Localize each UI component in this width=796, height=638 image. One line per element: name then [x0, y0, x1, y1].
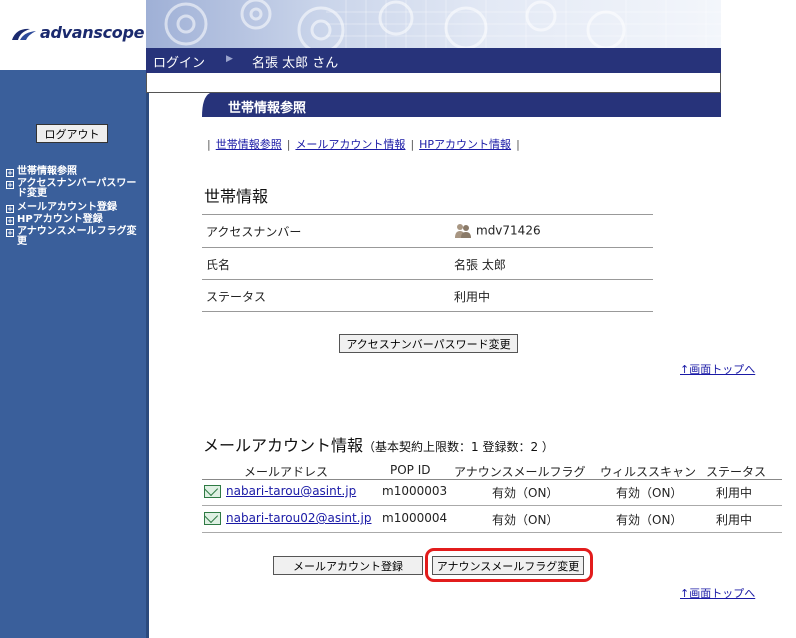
col-announce-flag: アナウンスメールフラグ	[454, 465, 586, 479]
status-value: 利用中	[454, 290, 491, 304]
subnav-household-info[interactable]: 世帯情報参照	[216, 138, 282, 151]
sidebar-item-access-password[interactable]: + アクセスナンバーパスワード変更	[6, 179, 140, 199]
sidebar-edge	[146, 93, 149, 638]
col-virus-scan: ウィルススキャン	[600, 465, 697, 479]
login-label: ログイン	[153, 56, 206, 71]
virus-scan-cell: 有効（ON）	[616, 513, 683, 527]
top-navbar: ログイン ▶ 名張 太郎 さん	[146, 48, 721, 73]
info-row-name: 氏名 名張 太郎	[202, 248, 653, 280]
expand-box-icon: +	[6, 229, 14, 237]
table-row: nabari-tarou@asint.jp m1000003 有効（ON） 有効…	[202, 479, 782, 506]
page-top-link[interactable]: ↑画面トップへ	[680, 361, 755, 377]
mail-table-header: メールアドレス POP ID アナウンスメールフラグ ウィルススキャン ステータ…	[202, 463, 782, 480]
envelope-icon	[204, 512, 221, 525]
virus-scan-cell: 有効（ON）	[616, 486, 683, 500]
household-heading: 世帯情報	[204, 187, 269, 206]
mail-heading-title: メールアカウント情報	[203, 436, 364, 455]
divider: |	[286, 138, 291, 151]
header-banner	[146, 0, 721, 48]
sidebar	[0, 70, 146, 638]
users-icon	[455, 224, 471, 238]
logo-area: advanscope	[0, 0, 146, 70]
name-label: 氏名	[206, 258, 231, 272]
table-row: nabari-tarou02@asint.jp m1000004 有効（ON） …	[202, 506, 782, 533]
highlight-annotation	[425, 548, 593, 582]
page-top-link[interactable]: ↑画面トップへ	[680, 585, 755, 601]
expand-box-icon: +	[6, 169, 14, 177]
col-pop-id: POP ID	[390, 463, 431, 477]
name-value: 名張 太郎	[454, 258, 506, 272]
info-row-access-number: アクセスナンバー mdv71426	[202, 215, 653, 248]
access-number-label: アクセスナンバー	[206, 225, 302, 239]
status-cell: 利用中	[716, 513, 753, 527]
announce-flag-cell: 有効（ON）	[492, 513, 559, 527]
pop-id-cell: m1000003	[382, 484, 448, 498]
sidebar-item-household-info[interactable]: + 世帯情報参照	[6, 167, 140, 177]
logout-button[interactable]: ログアウト	[36, 124, 108, 143]
status-cell: 利用中	[716, 486, 753, 500]
expand-box-icon: +	[6, 217, 14, 225]
subnav-mail-account[interactable]: メールアカウント情報	[295, 138, 405, 151]
user-name: 名張 太郎 さん	[252, 56, 339, 71]
col-mail-address: メールアドレス	[244, 465, 329, 479]
sidebar-item-announce-flag[interactable]: + アナウンスメールフラグ変更	[6, 227, 140, 247]
mail-address-link[interactable]: nabari-tarou02@asint.jp	[226, 511, 372, 525]
divider: |	[516, 138, 520, 151]
logo-swoosh-icon	[12, 28, 36, 40]
divider: |	[410, 138, 415, 151]
announce-flag-cell: 有効（ON）	[492, 486, 559, 500]
envelope-icon	[204, 485, 221, 498]
mail-summary: （基本契約上限数：1 登録数：2 ）	[363, 440, 554, 454]
access-number-value: mdv71426	[476, 223, 541, 238]
subnav-hp-account[interactable]: HPアカウント情報	[419, 138, 511, 151]
gear-pattern-icon	[164, 0, 721, 48]
mail-heading: メールアカウント情報（基本契約上限数：1 登録数：2 ）	[203, 432, 554, 456]
arrow-right-icon: ▶	[226, 54, 233, 64]
sidebar-item-hp-register[interactable]: + HPアカウント登録	[6, 215, 140, 225]
mail-address-cell: nabari-tarou02@asint.jp	[204, 511, 372, 525]
app-logo: advanscope	[40, 23, 145, 42]
sub-navigation: | 世帯情報参照 | メールアカウント情報 | HPアカウント情報 |	[202, 136, 525, 152]
expand-box-icon: +	[6, 205, 14, 213]
mail-address-cell: nabari-tarou@asint.jp	[204, 484, 356, 498]
access-number-value-wrap: mdv71426	[454, 223, 541, 239]
col-status: ステータス	[706, 465, 767, 479]
change-access-password-button[interactable]: アクセスナンバーパスワード変更	[339, 334, 518, 353]
mail-address-link[interactable]: nabari-tarou@asint.jp	[226, 484, 356, 498]
status-label: ステータス	[206, 290, 267, 304]
register-mail-account-button[interactable]: メールアカウント登録	[273, 556, 423, 575]
expand-box-icon: +	[6, 181, 14, 189]
header-strip	[146, 73, 721, 93]
pop-id-cell: m1000004	[382, 511, 448, 525]
sidebar-item-mail-register[interactable]: + メールアカウント登録	[6, 203, 140, 213]
section-title: 世帯情報参照	[228, 101, 307, 116]
divider: |	[207, 138, 211, 151]
info-row-status: ステータス 利用中	[202, 280, 653, 312]
